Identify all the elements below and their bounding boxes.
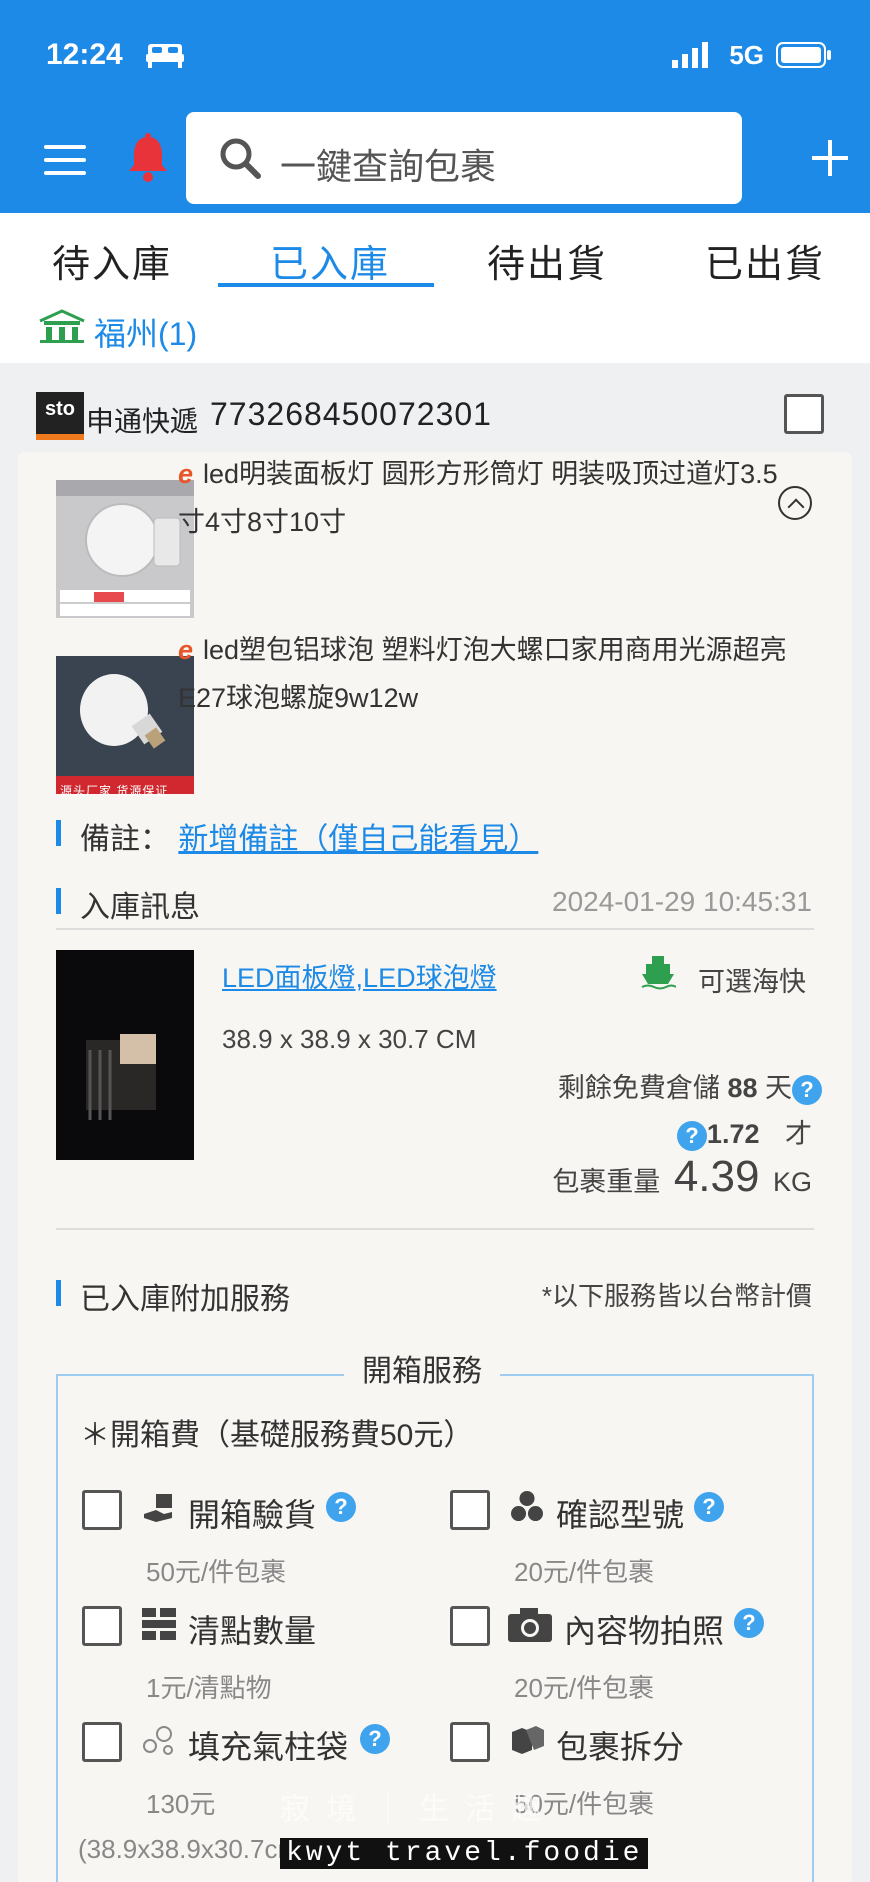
abc-icon xyxy=(511,1490,543,1522)
note-label: 備註： xyxy=(80,823,170,856)
service-label: 包裹拆分 xyxy=(556,1729,685,1765)
search-icon xyxy=(220,138,261,179)
free-storage: 剩餘免費倉儲 88 天? xyxy=(558,1066,822,1105)
service-label: 清點數量 xyxy=(188,1613,317,1649)
help-icon[interactable]: ? xyxy=(694,1492,724,1522)
signal-icon xyxy=(672,42,708,68)
grid-list-icon xyxy=(142,1608,176,1640)
tracking-number: 773268450072301 xyxy=(210,396,492,432)
tab-pending-shipment[interactable]: 待出貨 xyxy=(487,233,607,288)
weight-value: 4.39 xyxy=(673,1152,760,1201)
location-label: 福州(1) xyxy=(94,316,198,352)
package-card: e led明装面板灯 圆形方形筒灯 明装吸顶过道灯3.5寸4寸8寸10寸 源头厂家… xyxy=(18,452,852,1882)
service-price: 1元/清點物 xyxy=(146,1673,272,1703)
hand-box-icon xyxy=(144,1494,172,1522)
app-header: 12:24 5G 一鍵查詢包裹 xyxy=(0,0,870,213)
service-checkbox-inspect[interactable] xyxy=(82,1490,122,1530)
volume: ? 1.72 才 xyxy=(676,1112,812,1151)
service-checkbox-count[interactable] xyxy=(82,1606,122,1646)
watermark-text: 寂 境 ｜ 生 活 趣 xyxy=(280,1793,546,1826)
search-input[interactable]: 一鍵查詢包裹 xyxy=(186,112,742,204)
status-time: 12:24 xyxy=(46,38,123,71)
tab-inbound[interactable]: 已入庫 xyxy=(270,233,390,288)
service-price: 50元/件包裹 xyxy=(146,1557,287,1587)
bubbles-icon xyxy=(143,1726,173,1755)
opening-fee: ＊開箱費（基礎服務費50元） xyxy=(80,1419,474,1452)
service-checkbox-photo[interactable] xyxy=(450,1606,490,1646)
service-checkbox-air-bag[interactable] xyxy=(82,1722,122,1762)
volume-value: 1.72 xyxy=(706,1119,760,1149)
camera-icon xyxy=(508,1608,552,1642)
boxes-icon xyxy=(512,1726,544,1754)
item-link-bulb[interactable]: LED球泡燈 xyxy=(363,963,497,993)
product-title[interactable]: e led明装面板灯 圆形方形筒灯 明装吸顶过道灯3.5寸4寸8寸10寸 xyxy=(178,450,778,546)
service-price: 130元 xyxy=(146,1789,216,1819)
ship-icon xyxy=(641,956,676,990)
package-header: sto 申通快遞 773268450072301 xyxy=(0,378,870,448)
product-image-panel-light xyxy=(56,480,194,618)
status-tabs: 待入庫 已入庫 待出貨 已出貨 xyxy=(0,213,870,293)
warehouse-icon xyxy=(39,309,85,343)
network-type: 5G xyxy=(729,40,764,70)
help-icon[interactable]: ? xyxy=(734,1608,764,1638)
collapse-icon[interactable] xyxy=(778,486,812,520)
product-title[interactable]: e led塑包铝球泡 塑料灯泡大螺口家用商用光源超亮E27球泡螺旋9w12w xyxy=(178,626,818,722)
unboxing-services-title: 開箱服務 xyxy=(344,1346,500,1390)
inbound-info-label: 入庫訊息 xyxy=(56,882,200,926)
note-row: 備註： 新增備註（僅自己能看見） xyxy=(56,814,538,858)
menu-icon[interactable] xyxy=(44,145,86,175)
service-price: 20元/件包裹 xyxy=(514,1557,655,1587)
product-image-bulb xyxy=(56,656,194,794)
inbound-time: 2024-01-29 10:45:31 xyxy=(552,886,812,917)
warehouse-location[interactable]: 福州(1) xyxy=(0,293,870,363)
status-bar: 12:24 5G xyxy=(0,38,870,78)
add-icon[interactable] xyxy=(812,140,848,176)
marketplace-icon: e xyxy=(178,459,194,489)
currency-note: *以下服務皆以台幣計價 xyxy=(541,1281,812,1311)
package-weight: 包裹重量 4.39 KG xyxy=(552,1152,812,1201)
shipping-option: 可選海快 xyxy=(698,967,806,997)
carrier-name: 申通快遞 xyxy=(86,406,199,437)
watermark-url: kwyt travel.foodie xyxy=(280,1838,649,1869)
service-checkbox-model[interactable] xyxy=(450,1490,490,1530)
bell-icon[interactable] xyxy=(126,133,170,183)
package-dimensions: 38.9 x 38.9 x 30.7 CM xyxy=(222,1024,477,1054)
service-label: 內容物拍照 xyxy=(564,1613,725,1649)
divider xyxy=(56,928,814,930)
carrier-logo: sto xyxy=(36,392,84,440)
sleep-mode-icon xyxy=(146,44,184,68)
service-label: 開箱驗貨 xyxy=(188,1497,317,1533)
product-image-banner: 源头厂家 货源保证 xyxy=(60,784,169,798)
item-names: LED面板燈,LED球泡燈 xyxy=(222,963,497,993)
air-bag-dimensions: (38.9x38.9x30.7cm) xyxy=(78,1834,308,1864)
service-label: 填充氣柱袋 xyxy=(188,1729,349,1765)
add-note-link[interactable]: 新增備註（僅自己能看見） xyxy=(178,823,538,856)
package-select-checkbox[interactable] xyxy=(784,394,824,434)
divider xyxy=(56,1228,814,1230)
service-label: 確認型號 xyxy=(556,1497,685,1533)
tab-shipped[interactable]: 已出貨 xyxy=(705,233,825,288)
inbound-photo[interactable] xyxy=(56,950,194,1160)
additional-services-label: 已入庫附加服務 xyxy=(56,1274,290,1318)
item-link-panel[interactable]: LED面板燈 xyxy=(222,963,356,993)
help-icon[interactable]: ? xyxy=(360,1724,390,1754)
service-price: 20元/件包裹 xyxy=(514,1673,655,1703)
help-icon[interactable]: ? xyxy=(326,1492,356,1522)
search-placeholder: 一鍵查詢包裹 xyxy=(280,146,497,187)
tab-pending-inbound[interactable]: 待入庫 xyxy=(52,233,172,288)
help-icon[interactable]: ? xyxy=(792,1074,822,1105)
service-checkbox-split[interactable] xyxy=(450,1722,490,1762)
active-tab-indicator xyxy=(218,283,434,287)
free-storage-days: 88 xyxy=(727,1073,758,1103)
help-icon[interactable]: ? xyxy=(676,1120,707,1151)
battery-icon xyxy=(776,42,831,68)
marketplace-icon: e xyxy=(178,635,194,665)
